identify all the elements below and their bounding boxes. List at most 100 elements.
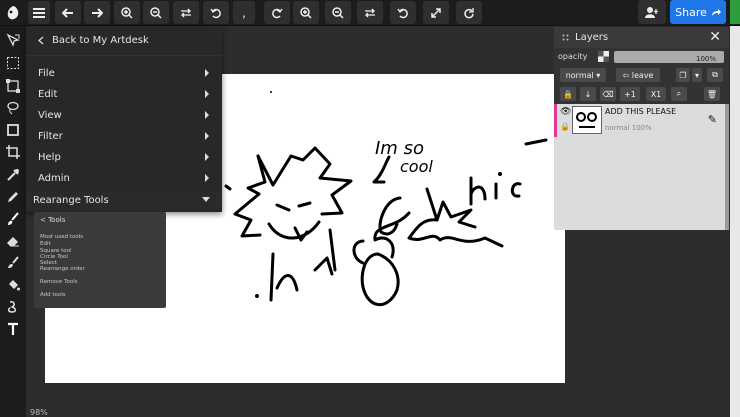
layers-scrollbar[interactable] (725, 104, 729, 230)
menu-item-label: View (38, 110, 62, 121)
text-tool-icon[interactable] (2, 319, 24, 339)
layer-item[interactable]: 👁 🔒 ADD THIS PLEASE normal 100% ✎ (554, 104, 725, 137)
tools-line: Rearrange order (40, 266, 85, 272)
opacity-slider[interactable]: 100% (614, 51, 724, 63)
lock-alpha-icon[interactable]: 🔒 (560, 122, 570, 131)
menu-item-label: Filter (38, 131, 63, 142)
chevron-down-icon[interactable]: ▾ (692, 68, 702, 82)
rotate-left-icon[interactable] (203, 1, 229, 24)
flip-icon-2[interactable] (357, 1, 383, 24)
chevron-right-icon (205, 90, 209, 98)
tools-line: Most used tools (40, 234, 84, 240)
fill-bucket-icon[interactable] (2, 275, 24, 295)
layers-header[interactable]: Layers ✕ (554, 27, 729, 48)
zoom-status: 98% (30, 408, 48, 417)
move-down-icon[interactable]: ↓ (580, 87, 596, 101)
layer-thumbnail (572, 106, 602, 134)
chevron-down-icon (202, 197, 210, 202)
menu-item-label: Edit (38, 89, 58, 100)
edit-pencil-icon[interactable]: ✎ (708, 113, 717, 126)
right-edge-panel (730, 26, 740, 417)
smudge-icon[interactable] (2, 253, 24, 273)
share-label: Share (675, 5, 707, 19)
blend-row: normal ▾ ⇦ leave ❐ ▾ ⧉ (554, 66, 729, 85)
erase-layer-icon[interactable]: ⌫ (600, 87, 616, 101)
rotate-right-icon[interactable] (264, 1, 290, 24)
frame-icon[interactable] (2, 120, 24, 140)
fullscreen-icon[interactable] (423, 1, 449, 24)
transform-icon[interactable] (2, 76, 24, 96)
zoom-out-icon-2[interactable] (325, 1, 351, 24)
chevron-left-icon (38, 36, 44, 45)
stamp-icon[interactable] (2, 297, 24, 317)
search-icon[interactable]: ⌕ (671, 87, 687, 101)
opacity-label: opacity (558, 52, 588, 61)
move-tool-icon[interactable] (2, 30, 24, 50)
redo-icon[interactable] (84, 1, 110, 24)
brush-icon[interactable] (2, 209, 24, 229)
eye-icon[interactable]: 👁 (560, 107, 571, 117)
copy-layer-icon[interactable]: ❐ (676, 68, 690, 82)
drag-handle-icon[interactable] (562, 34, 570, 42)
layers-title: Layers (575, 32, 609, 43)
hamburger-menu-icon[interactable] (28, 1, 50, 24)
tools-line: Edit (40, 241, 51, 247)
crop-icon[interactable] (2, 142, 24, 162)
menu-item-filter[interactable]: Filter (26, 126, 222, 147)
app-logo-icon[interactable] (2, 1, 24, 24)
menu-item-label: File (38, 68, 55, 79)
tools-line: Remove Tools (40, 279, 78, 285)
menu-item-edit[interactable]: Edit (26, 84, 222, 105)
merge-button[interactable]: +1 (620, 87, 640, 101)
back-to-artdesk-link[interactable]: Back to My Artdesk (26, 26, 222, 56)
zoom-out-icon[interactable] (143, 1, 169, 24)
back-label: Back to My Artdesk (52, 35, 149, 46)
select-rect-icon[interactable] (2, 53, 24, 73)
app-root: , Share Im so cool Back to My Artdesk Fi… (0, 0, 740, 417)
chevron-right-icon (205, 132, 209, 140)
green-indicator (730, 0, 740, 24)
clear-button[interactable]: X1 (646, 87, 666, 101)
drawing-text-cool: cool (400, 157, 433, 176)
lasso-icon[interactable] (2, 98, 24, 118)
undo-icon[interactable] (55, 1, 81, 24)
rearrange-tools-dropdown[interactable]: Rearange Tools (26, 190, 222, 210)
layer-meta: normal 100% (605, 124, 652, 132)
eraser-icon[interactable] (2, 231, 24, 251)
main-menu-panel: Back to My Artdesk File Edit View Filter… (26, 26, 222, 212)
zoom-in-icon[interactable] (114, 1, 140, 24)
chevron-right-icon (205, 153, 209, 161)
zoom-in-icon-2[interactable] (293, 1, 319, 24)
menu-item-label: Help (38, 152, 61, 163)
rotate-left-icon-2[interactable] (390, 1, 416, 24)
separator-comma: , (233, 1, 255, 24)
menu-item-help[interactable]: Help (26, 147, 222, 168)
share-button[interactable]: Share (670, 0, 726, 24)
duplicate-icon[interactable]: ⧉ (707, 68, 723, 82)
flip-icon[interactable] (173, 1, 199, 24)
menu-item-admin[interactable]: Admin (26, 168, 222, 189)
chevron-right-icon (205, 69, 209, 77)
menu-item-label: Admin (38, 173, 70, 184)
checkerboard-icon (598, 51, 609, 62)
eyedropper-icon[interactable] (2, 165, 24, 185)
menu-item-file[interactable]: File (26, 63, 222, 84)
pen-icon[interactable] (2, 187, 24, 207)
menu-item-view[interactable]: View (26, 105, 222, 126)
tools-panel-title: < Tools (40, 216, 66, 224)
trash-icon[interactable]: 🗑 (704, 87, 720, 101)
lock-icon[interactable]: 🔒 (560, 87, 576, 101)
add-user-icon[interactable] (638, 0, 666, 24)
share-arrow-icon (711, 8, 721, 16)
tools-sidebar (0, 26, 26, 417)
leave-button[interactable]: ⇦ leave (616, 68, 660, 82)
layer-actions-row: 🔒 ↓ ⌫ +1 X1 ⌕ 🗑 (554, 85, 729, 104)
blend-mode-select[interactable]: normal ▾ (560, 68, 606, 82)
refresh-icon[interactable] (456, 1, 482, 24)
tools-line: Add tools (40, 292, 66, 298)
close-icon[interactable]: ✕ (709, 30, 721, 44)
chevron-right-icon (205, 174, 209, 182)
rearrange-label: Rearange Tools (33, 194, 109, 206)
layer-name: ADD THIS PLEASE (605, 107, 677, 116)
opacity-value: 100% (695, 55, 716, 63)
